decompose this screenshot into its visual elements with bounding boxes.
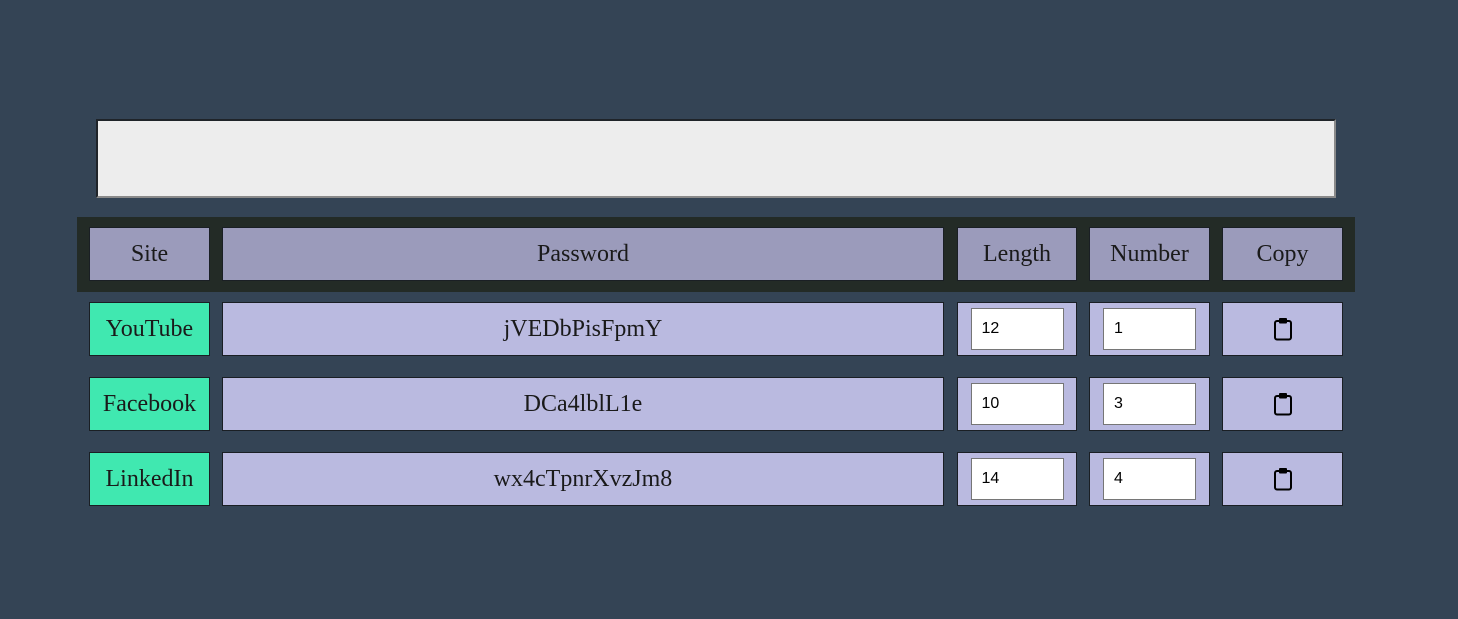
header-copy: Copy xyxy=(1222,227,1343,281)
top-text-input[interactable] xyxy=(96,119,1336,198)
length-cell xyxy=(957,377,1077,431)
site-cell: YouTube xyxy=(89,302,210,356)
length-input[interactable] xyxy=(970,383,1064,425)
number-cell xyxy=(1089,377,1210,431)
copy-button[interactable] xyxy=(1222,452,1343,506)
clipboard-icon xyxy=(1273,318,1292,341)
site-cell: Facebook xyxy=(89,377,210,431)
number-input[interactable] xyxy=(1103,458,1196,500)
length-input[interactable] xyxy=(970,308,1064,350)
length-cell xyxy=(957,452,1077,506)
number-cell xyxy=(1089,452,1210,506)
clipboard-icon xyxy=(1273,393,1292,416)
clipboard-icon xyxy=(1273,468,1292,491)
length-input[interactable] xyxy=(970,458,1064,500)
copy-button[interactable] xyxy=(1222,377,1343,431)
number-cell xyxy=(1089,302,1210,356)
password-cell: DCa4lblL1e xyxy=(222,377,944,431)
site-cell: LinkedIn xyxy=(89,452,210,506)
length-cell xyxy=(957,302,1077,356)
number-input[interactable] xyxy=(1103,308,1196,350)
copy-button[interactable] xyxy=(1222,302,1343,356)
password-cell: jVEDbPisFpmY xyxy=(222,302,944,356)
header-password: Password xyxy=(222,227,944,281)
header-site: Site xyxy=(89,227,210,281)
number-input[interactable] xyxy=(1103,383,1196,425)
header-number: Number xyxy=(1089,227,1210,281)
password-cell: wx4cTpnrXvzJm8 xyxy=(222,452,944,506)
header-length: Length xyxy=(957,227,1077,281)
